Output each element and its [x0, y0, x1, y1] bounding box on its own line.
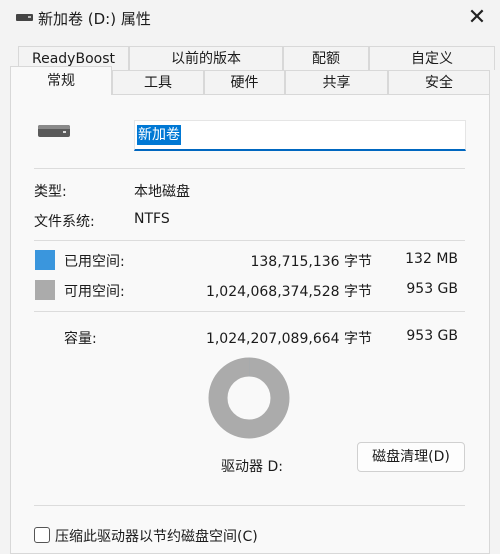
divider [34, 240, 465, 241]
window-title: 新加卷 (D:) 属性 [38, 10, 151, 28]
drive-letter-label: 驱动器 D: [221, 459, 283, 475]
divider [34, 168, 465, 169]
compress-drive-checkbox[interactable] [34, 527, 50, 543]
tab-hardware[interactable]: 硬件 [204, 70, 285, 94]
capacity-size: 953 GB [406, 328, 458, 344]
free-space-bytes: 1,024,068,374,528 字节 [205, 284, 372, 300]
general-panel [10, 94, 490, 554]
filesystem-value: NTFS [134, 211, 170, 227]
type-label: 类型: [34, 184, 67, 200]
hard-drive-icon [38, 125, 70, 137]
tab-tools[interactable]: 工具 [112, 70, 204, 94]
tab-general[interactable]: 常规 [10, 66, 112, 95]
free-space-label: 可用空间: [64, 284, 125, 300]
disk-usage-donut-chart [208, 357, 290, 439]
volume-name-text: 新加卷 [137, 125, 181, 145]
used-space-label: 已用空间: [64, 254, 125, 270]
used-space-color-swatch [35, 250, 55, 270]
capacity-bytes: 1,024,207,089,664 字节 [205, 331, 372, 347]
type-value: 本地磁盘 [134, 184, 190, 200]
filesystem-label: 文件系统: [34, 214, 95, 230]
divider [34, 311, 465, 312]
tab-sharing[interactable]: 共享 [285, 70, 388, 94]
tab-security[interactable]: 安全 [388, 70, 490, 94]
free-space-size: 953 GB [406, 281, 458, 297]
tab-previous-versions[interactable]: 以前的版本 [129, 46, 283, 70]
disk-cleanup-button[interactable]: 磁盘清理(D) [357, 442, 465, 472]
volume-name-input[interactable]: 新加卷 [134, 120, 466, 151]
close-button[interactable]: ✕ [454, 0, 500, 36]
compress-drive-label[interactable]: 压缩此驱动器以节约磁盘空间(C) [55, 526, 258, 546]
divider [34, 505, 465, 506]
used-space-size: 132 MB [405, 251, 458, 267]
title-bar: 新加卷 (D:) 属性 ✕ [0, 0, 500, 36]
capacity-label: 容量: [64, 331, 97, 347]
tab-quota[interactable]: 配额 [283, 46, 369, 70]
free-space-color-swatch [35, 280, 55, 300]
tab-customize[interactable]: 自定义 [369, 46, 495, 70]
drive-icon [16, 14, 33, 21]
used-space-bytes: 138,715,136 字节 [250, 254, 372, 270]
